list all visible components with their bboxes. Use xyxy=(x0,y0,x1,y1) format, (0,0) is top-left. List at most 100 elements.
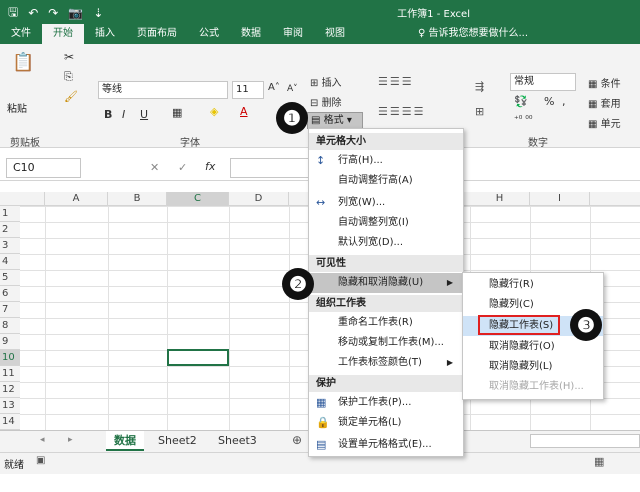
sheet-tab-sheet3[interactable]: Sheet3 xyxy=(210,431,265,451)
add-sheet-icon[interactable]: ⊕ xyxy=(292,433,302,447)
select-all-corner[interactable] xyxy=(0,192,45,206)
menu-col-width[interactable]: ↔ 列宽(W)... xyxy=(309,193,463,213)
delete-cells-button[interactable]: ⊟ 删除 xyxy=(310,94,342,109)
menu-lock-cell[interactable]: 🔒 锁定单元格(L) xyxy=(309,413,463,433)
column-header-a[interactable]: A xyxy=(45,192,108,206)
tab-page-layout[interactable]: 页面布局 xyxy=(126,24,188,44)
column-header-i[interactable]: I xyxy=(530,192,590,206)
menu-hide-unhide[interactable]: 隐藏和取消隐藏(U) ▶ xyxy=(309,273,463,293)
cell-styles-button[interactable]: ▦ 单元 xyxy=(588,115,621,130)
step-badge-2: ❷ xyxy=(282,268,314,300)
row-height-label: 行高(H)... xyxy=(338,155,383,166)
column-header-c[interactable]: C xyxy=(167,192,229,206)
column-header-b[interactable]: B xyxy=(108,192,167,206)
underline-button[interactable]: U xyxy=(140,108,148,121)
row-header-5[interactable]: 5 xyxy=(0,270,20,286)
tab-view[interactable]: 视图 xyxy=(314,24,356,44)
tell-me-search[interactable]: ♀ 告诉我您想要做什么... xyxy=(418,24,528,44)
cancel-icon[interactable]: ✕ xyxy=(150,161,159,174)
font-color-icon[interactable]: A xyxy=(240,105,248,118)
status-ready: 就绪 xyxy=(4,460,24,471)
menu-default-width[interactable]: 默认列宽(D)... xyxy=(309,233,463,253)
row-header-7[interactable]: 7 xyxy=(0,302,20,318)
menu-autofit-col[interactable]: 自动调整列宽(I) xyxy=(309,213,463,233)
tab-home[interactable]: 开始 xyxy=(42,24,84,44)
paste-button[interactable]: 粘贴 xyxy=(7,100,27,115)
submenu-hide-rows[interactable]: 隐藏行(R) xyxy=(463,275,603,295)
format-painter-icon[interactable]: 🖌 xyxy=(64,90,78,103)
align-top-icons[interactable]: ☰☰☰ xyxy=(378,75,414,88)
paste-icon[interactable]: 📋 xyxy=(12,52,34,73)
percent-button[interactable]: % xyxy=(544,95,554,108)
bold-button[interactable]: B xyxy=(104,108,112,121)
insert-function-icon[interactable]: fx xyxy=(205,160,215,173)
menu-protect-sheet[interactable]: ▦ 保护工作表(P)... xyxy=(309,393,463,413)
formula-input[interactable] xyxy=(230,158,310,178)
comma-button[interactable]: , xyxy=(562,95,566,108)
fill-color-icon[interactable]: ◈ xyxy=(210,105,218,118)
row-header-9[interactable]: 9 xyxy=(0,334,20,350)
merge-icon[interactable]: ⊞ xyxy=(475,105,484,118)
format-cells-label: 设置单元格格式(E)... xyxy=(338,439,432,450)
column-header-d[interactable]: D xyxy=(229,192,289,206)
row-header-12[interactable]: 12 xyxy=(0,382,20,398)
row-header-11[interactable]: 11 xyxy=(0,366,20,382)
name-box[interactable]: C10 xyxy=(6,158,81,178)
grow-font-button[interactable]: A˄ xyxy=(268,82,280,93)
menu-section-size: 单元格大小 xyxy=(309,133,463,150)
font-size-select[interactable]: 11 xyxy=(232,81,264,99)
copy-icon[interactable]: ⎘ xyxy=(64,70,73,84)
sheet-tab-data[interactable]: 数据 xyxy=(106,431,144,451)
row-header-2[interactable]: 2 xyxy=(0,222,20,238)
column-header-h[interactable]: H xyxy=(470,192,530,206)
selected-cell-c10[interactable] xyxy=(167,349,229,366)
number-format-select[interactable]: 常规 xyxy=(510,73,576,91)
tab-data[interactable]: 数据 xyxy=(230,24,272,44)
format-as-table-button[interactable]: ▦ 套用 xyxy=(588,95,621,110)
tab-review[interactable]: 审阅 xyxy=(272,24,314,44)
conditional-format-button[interactable]: ▦ 条件 xyxy=(588,75,621,90)
row-header-13[interactable]: 13 xyxy=(0,398,20,414)
wrap-text-icon[interactable]: ⇶ xyxy=(475,80,484,93)
format-cells-button[interactable]: ▤ 格式 ▾ xyxy=(307,112,363,129)
row-header-1[interactable]: 1 xyxy=(0,206,20,222)
sheet-tab-sheet2[interactable]: Sheet2 xyxy=(150,431,205,451)
menu-move-copy[interactable]: 移动或复制工作表(M)... xyxy=(309,333,463,353)
row-header-10[interactable]: 10 xyxy=(0,350,20,366)
row-header-3[interactable]: 3 xyxy=(0,238,20,254)
macro-record-icon[interactable]: ▣ xyxy=(36,455,45,466)
ribbon-tabs: 文件 开始 插入 页面布局 公式 数据 审阅 视图 xyxy=(0,24,356,44)
horizontal-scrollbar[interactable] xyxy=(530,434,640,448)
italic-button[interactable]: I xyxy=(122,108,125,121)
row-header-6[interactable]: 6 xyxy=(0,286,20,302)
enter-icon[interactable]: ✓ xyxy=(178,161,187,174)
tab-insert[interactable]: 插入 xyxy=(84,24,126,44)
tab-formulas[interactable]: 公式 xyxy=(188,24,230,44)
submenu-unhide-cols[interactable]: 取消隐藏列(L) xyxy=(463,357,603,377)
cut-icon[interactable]: ✂ xyxy=(64,50,74,64)
row-header-14[interactable]: 14 xyxy=(0,414,20,430)
currency-icon[interactable]: 💱 xyxy=(514,95,528,108)
menu-autofit-row[interactable]: 自动调整行高(A) xyxy=(309,171,463,191)
next-sheet-icon[interactable]: ▸ xyxy=(68,435,73,445)
delete-label: 删除 xyxy=(321,98,342,109)
border-icon[interactable]: ▦ xyxy=(172,106,182,119)
font-group-label: 字体 xyxy=(180,138,200,149)
shrink-font-button[interactable]: A˅ xyxy=(287,84,298,94)
prev-sheet-icon[interactable]: ◂ xyxy=(40,435,45,445)
menu-section-organize: 组织工作表 xyxy=(309,295,463,312)
decimal-icons[interactable]: ⁺⁰ ⁰⁰ xyxy=(514,115,532,125)
protect-sheet-label: 保护工作表(P)... xyxy=(338,397,412,408)
font-name-select[interactable]: 等线 xyxy=(98,81,228,99)
align-left-icons[interactable]: ☰☰☰☰ xyxy=(378,105,425,118)
tab-file[interactable]: 文件 xyxy=(0,24,42,44)
submenu-unhide-sheet: 取消隐藏工作表(H)... xyxy=(489,381,584,392)
menu-tab-color[interactable]: 工作表标签颜色(T) ▶ xyxy=(309,353,463,373)
insert-cells-button[interactable]: ⊞ 插入 xyxy=(310,74,342,89)
normal-view-icon[interactable]: ▦ xyxy=(594,455,604,468)
row-header-8[interactable]: 8 xyxy=(0,318,20,334)
row-header-4[interactable]: 4 xyxy=(0,254,20,270)
menu-rename-sheet[interactable]: 重命名工作表(R) xyxy=(309,313,463,333)
menu-row-height[interactable]: ↕ 行高(H)... xyxy=(309,151,463,171)
menu-format-cells[interactable]: ▤ 设置单元格格式(E)... xyxy=(309,435,463,455)
